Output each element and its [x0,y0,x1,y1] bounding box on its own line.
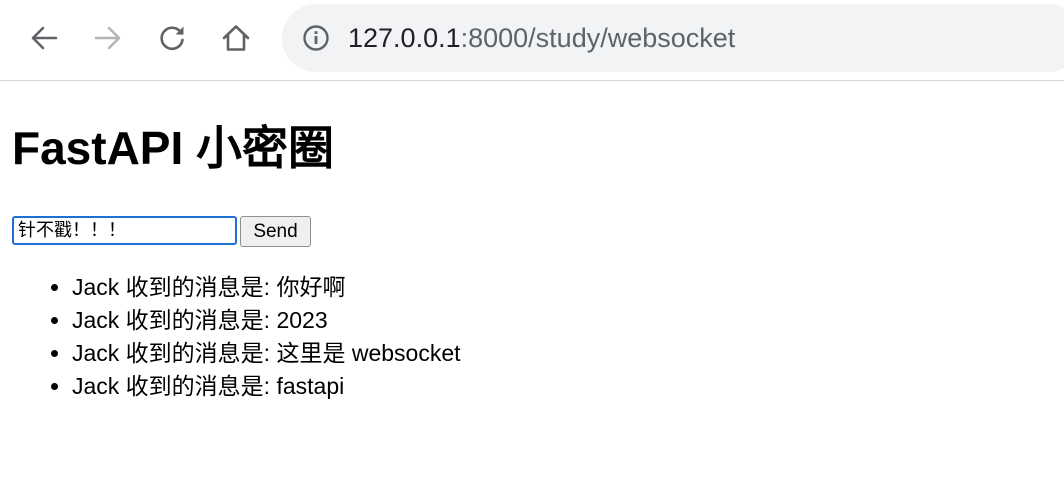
reload-icon [160,26,184,50]
arrow-right-icon [94,26,121,50]
home-icon [222,25,250,51]
page-content: FastAPI 小密圈 Send Jack 收到的消息是: 你好啊 Jack 收… [0,81,1064,498]
address-path: :8000/study/websocket [460,23,736,53]
info-circle-icon[interactable] [302,24,330,52]
address-url[interactable]: 127.0.0.1:8000/study/websocket [348,21,735,55]
list-item: Jack 收到的消息是: 你好啊 [72,271,461,304]
list-item: Jack 收到的消息是: 2023 [72,304,461,337]
arrow-left-icon [31,26,58,50]
home-button[interactable] [212,14,260,62]
forward-button[interactable] [84,14,132,62]
reload-button[interactable] [148,14,196,62]
message-list: Jack 收到的消息是: 你好啊 Jack 收到的消息是: 2023 Jack … [0,271,461,403]
address-bar[interactable]: 127.0.0.1:8000/study/websocket [282,4,1064,72]
back-button[interactable] [20,14,68,62]
list-item: Jack 收到的消息是: 这里是 websocket [72,337,461,370]
message-input[interactable] [12,216,237,245]
address-host: 127.0.0.1 [348,23,461,53]
page-title: FastAPI 小密圈 [12,122,335,174]
browser-toolbar: 127.0.0.1:8000/study/websocket [0,0,1064,81]
list-item: Jack 收到的消息是: fastapi [72,370,461,403]
send-button[interactable]: Send [240,216,311,247]
